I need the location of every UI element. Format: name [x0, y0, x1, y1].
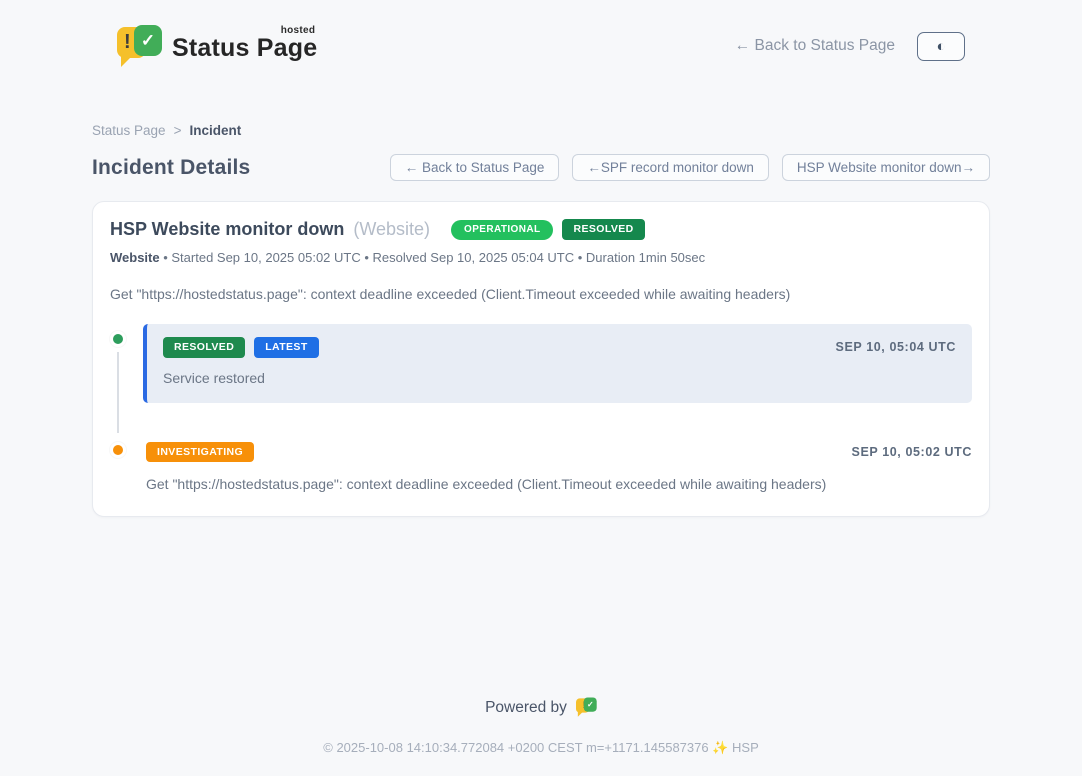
check-icon: ✓ — [134, 25, 162, 56]
next-incident-button[interactable]: HSP Website monitor down→ — [782, 154, 990, 181]
incident-title-row: HSP Website monitor down (Website) OPERA… — [110, 219, 972, 240]
speech-bubble-tail — [121, 56, 132, 67]
page-title: Incident Details — [92, 156, 250, 180]
incident-card: HSP Website monitor down (Website) OPERA… — [92, 201, 990, 517]
timeline-dot-green — [110, 331, 126, 347]
timeline-entry-body: RESOLVED LATEST SEP 10, 05:04 UTC Servic… — [143, 324, 972, 403]
timeline-message: Service restored — [163, 370, 956, 386]
timeline-entry-resolved: RESOLVED LATEST SEP 10, 05:04 UTC Servic… — [110, 324, 972, 403]
timeline-entry-header: RESOLVED LATEST SEP 10, 05:04 UTC — [163, 337, 956, 358]
logo-text: hosted Status Page — [172, 25, 317, 68]
theme-toggle-button[interactable]: ◐ — [917, 32, 965, 61]
timeline-timestamp: SEP 10, 05:04 UTC — [836, 340, 956, 354]
logo-icon: ! ✓ — [117, 24, 162, 68]
timeline-connector-line — [117, 352, 119, 433]
powered-by: Powered by ! ✓ — [0, 697, 1082, 718]
meta-details: • Started Sep 10, 2025 05:02 UTC • Resol… — [160, 250, 706, 265]
incident-meta: Website • Started Sep 10, 2025 05:02 UTC… — [110, 250, 972, 265]
meta-component: Website — [110, 250, 160, 265]
check-icon: ✓ — [584, 697, 597, 711]
timeline-entry-investigating: INVESTIGATING SEP 10, 05:02 UTC Get "htt… — [110, 435, 972, 493]
timeline-message: Get "https://hostedstatus.page": context… — [146, 476, 972, 492]
prev-incident-button[interactable]: ←SPF record monitor down — [572, 154, 769, 181]
state-badge-resolved: RESOLVED — [562, 219, 644, 240]
timeline-entry-body: INVESTIGATING SEP 10, 05:02 UTC Get "htt… — [143, 435, 972, 493]
badge-investigating: INVESTIGATING — [146, 442, 254, 463]
powered-by-logo-icon[interactable]: ! ✓ — [576, 697, 597, 718]
timeline-badges: INVESTIGATING — [146, 442, 254, 463]
incident-title: HSP Website monitor down — [110, 219, 344, 240]
status-badge-operational: OPERATIONAL — [451, 220, 553, 240]
timeline-timestamp: SEP 10, 05:02 UTC — [852, 445, 972, 459]
breadcrumb-current: Incident — [189, 123, 241, 138]
incident-nav-buttons: ← Back to Status Page ←SPF record monito… — [390, 154, 990, 181]
badge-resolved: RESOLVED — [163, 337, 245, 358]
powered-by-label: Powered by — [485, 699, 567, 717]
timeline-badges: RESOLVED LATEST — [163, 337, 319, 358]
incident-component: (Website) — [353, 219, 430, 240]
speech-bubble-tail — [578, 712, 583, 717]
back-to-status-page-link[interactable]: ← Back to Status Page — [735, 37, 895, 55]
logo-brand: Status Page — [172, 34, 317, 63]
timeline-marker-column — [110, 324, 143, 403]
timeline-dot-orange — [110, 442, 126, 458]
title-row: Incident Details ← Back to Status Page ←… — [92, 154, 990, 181]
contrast-icon: ◐ — [936, 39, 945, 54]
breadcrumb-separator: > — [174, 123, 182, 138]
timeline-entry-header: INVESTIGATING SEP 10, 05:02 UTC — [146, 442, 972, 463]
breadcrumb-root[interactable]: Status Page — [92, 123, 166, 138]
badge-latest: LATEST — [254, 337, 318, 358]
incident-timeline: RESOLVED LATEST SEP 10, 05:04 UTC Servic… — [110, 324, 972, 492]
incident-description: Get "https://hostedstatus.page": context… — [110, 286, 972, 302]
back-to-status-page-button[interactable]: ← Back to Status Page — [390, 154, 560, 181]
timeline-marker-column — [110, 435, 143, 493]
logo[interactable]: ! ✓ hosted Status Page — [117, 24, 317, 68]
main-content: Status Page > Incident Incident Details … — [91, 123, 991, 517]
copyright-text: © 2025-10-08 14:10:34.772084 +0200 CEST … — [0, 740, 1082, 756]
header: ! ✓ hosted Status Page ← Back to Status … — [91, 0, 991, 76]
breadcrumb: Status Page > Incident — [92, 123, 990, 138]
header-actions: ← Back to Status Page ◐ — [735, 32, 965, 61]
